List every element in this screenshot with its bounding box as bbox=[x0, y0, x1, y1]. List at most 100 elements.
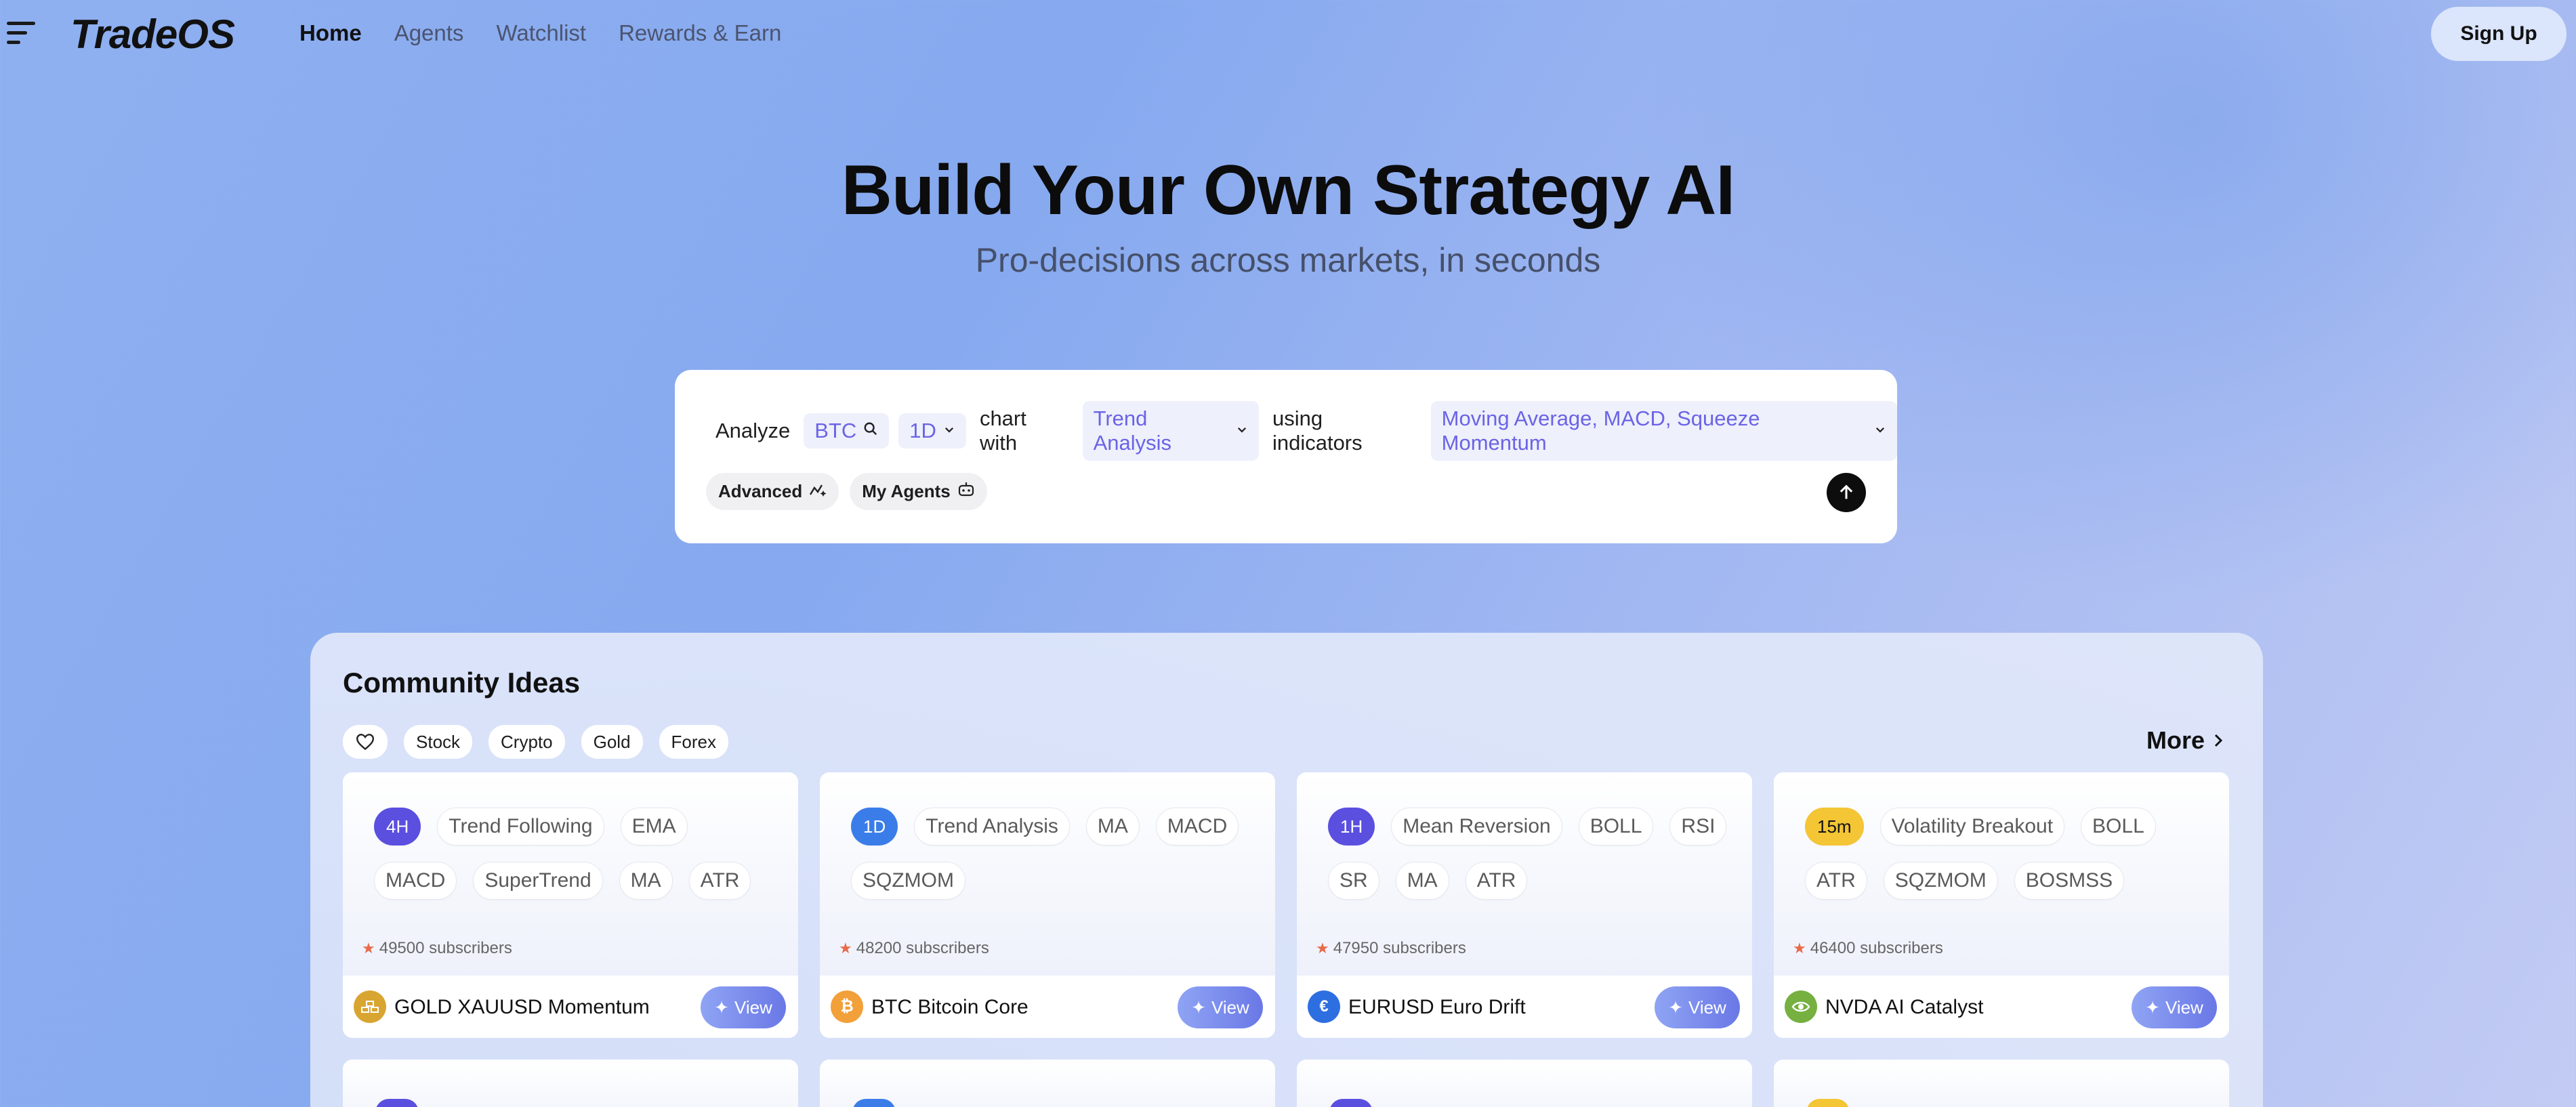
idea-card[interactable]: 4H Trend Following EMA MACD SuperTrend M… bbox=[343, 772, 798, 1038]
chevron-right-icon bbox=[2214, 734, 2223, 747]
card-footer: NVDA AI Catalyst ✦ View bbox=[1774, 976, 2229, 1038]
idea-card[interactable] bbox=[1297, 1060, 1752, 1107]
search-icon bbox=[863, 421, 878, 441]
filter-crypto[interactable]: Crypto bbox=[489, 725, 565, 759]
tag: BOSMSS bbox=[2014, 862, 2125, 900]
subscribers-text: 47950 subscribers bbox=[1333, 939, 1466, 957]
view-label: View bbox=[1211, 997, 1249, 1018]
card-footer: ₿ BTC Bitcoin Core ✦ View bbox=[820, 976, 1275, 1038]
tag: ATR bbox=[1805, 862, 1867, 900]
timeframe-badge bbox=[852, 1099, 896, 1107]
subscribers-text: 49500 subscribers bbox=[379, 939, 512, 957]
timeframe-badge: 4H bbox=[374, 808, 421, 845]
star-icon: ★ bbox=[839, 940, 852, 957]
idea-card[interactable]: 1H Mean Reversion BOLL RSI SR MA ATR ★ 4… bbox=[1297, 772, 1752, 1038]
card-header bbox=[820, 1060, 1275, 1107]
tag: Mean Reversion bbox=[1391, 808, 1562, 845]
idea-card[interactable]: 15m Volatility Breakout BOLL ATR SQZMOM … bbox=[1774, 772, 2229, 1038]
tag: SR bbox=[1328, 862, 1379, 900]
card-footer: GOLD XAUUSD Momentum ✦ View bbox=[343, 976, 798, 1038]
advanced-button[interactable]: Advanced bbox=[706, 473, 839, 510]
tag: EMA bbox=[620, 808, 688, 845]
strategy-prompt-box: Analyze BTC 1D chart with Trend Analysis… bbox=[675, 370, 1898, 543]
timeframe-badge bbox=[375, 1099, 419, 1107]
indicators-value: Moving Average, MACD, Squeeze Momentum bbox=[1441, 406, 1760, 455]
card-header: 15m Volatility Breakout BOLL ATR SQZMOM … bbox=[1774, 772, 2229, 976]
nav-link-home[interactable]: Home bbox=[299, 20, 362, 46]
favorites-filter[interactable] bbox=[343, 725, 388, 759]
category-filters: Stock Crypto Gold Forex bbox=[343, 725, 728, 759]
timeframe-badge: 1H bbox=[1328, 808, 1375, 845]
nav-link-agents[interactable]: Agents bbox=[394, 20, 464, 46]
prompt-sentence: Analyze BTC 1D chart with Trend Analysis… bbox=[711, 401, 1898, 461]
menu-icon[interactable] bbox=[7, 20, 38, 46]
tag: ATR bbox=[1465, 862, 1528, 900]
submit-arrow-button[interactable] bbox=[1827, 473, 1866, 512]
timeframe-badge: 15m bbox=[1805, 808, 1864, 845]
indicators-selector[interactable]: Moving Average, MACD, Squeeze Momentum bbox=[1430, 401, 1898, 461]
card-title: EURUSD Euro Drift bbox=[1348, 996, 1526, 1018]
analysis-value: Trend Analysis bbox=[1093, 406, 1172, 455]
view-label: View bbox=[734, 997, 772, 1018]
hero-subtitle: Pro-decisions across markets, in seconds bbox=[975, 241, 1601, 279]
timeframe-selector[interactable]: 1D bbox=[898, 413, 966, 448]
bitcoin-icon: ₿ bbox=[831, 990, 863, 1023]
filter-gold[interactable]: Gold bbox=[581, 725, 643, 759]
tag: SQZMOM bbox=[851, 862, 965, 900]
tag: MA bbox=[1085, 808, 1140, 845]
card-tags: 15m Volatility Breakout BOLL ATR SQZMOM … bbox=[1805, 808, 2211, 900]
idea-card[interactable] bbox=[820, 1060, 1275, 1107]
analysis-selector[interactable]: Trend Analysis bbox=[1082, 401, 1259, 461]
tag: Trend Analysis bbox=[914, 808, 1070, 845]
sparkle-icon: ✦ bbox=[2145, 997, 2160, 1018]
more-link[interactable]: More bbox=[2146, 726, 2225, 755]
card-header bbox=[1297, 1060, 1752, 1107]
logo[interactable]: TradeOS bbox=[70, 11, 235, 58]
community-title: Community Ideas bbox=[343, 667, 581, 698]
nav-link-watchlist[interactable]: Watchlist bbox=[496, 20, 586, 46]
filter-stock[interactable]: Stock bbox=[404, 725, 473, 759]
tag: MA bbox=[1395, 862, 1449, 900]
filter-forex[interactable]: Forex bbox=[659, 725, 728, 759]
view-button[interactable]: ✦ View bbox=[701, 986, 786, 1028]
card-tags: 1H Mean Reversion BOLL RSI SR MA ATR bbox=[1328, 808, 1734, 900]
my-agents-button[interactable]: My Agents bbox=[850, 473, 987, 510]
timeframe-value: 1D bbox=[909, 419, 936, 442]
tag: Trend Following bbox=[437, 808, 604, 845]
card-header: 4H Trend Following EMA MACD SuperTrend M… bbox=[343, 772, 798, 976]
star-icon: ★ bbox=[362, 940, 375, 957]
timeframe-badge bbox=[1806, 1099, 1850, 1107]
timeframe-badge bbox=[1329, 1099, 1373, 1107]
idea-card[interactable] bbox=[1774, 1060, 2229, 1107]
idea-card[interactable] bbox=[343, 1060, 798, 1107]
tag: BOLL bbox=[1578, 808, 1654, 845]
nav-links: Home Agents Watchlist Rewards & Earn bbox=[299, 20, 781, 46]
view-label: View bbox=[1688, 997, 1726, 1018]
card-header bbox=[1774, 1060, 2229, 1107]
subscribers-text: 46400 subscribers bbox=[1810, 939, 1943, 957]
tag: SuperTrend bbox=[473, 862, 603, 900]
card-header: 1H Mean Reversion BOLL RSI SR MA ATR ★ 4… bbox=[1297, 772, 1752, 976]
symbol-value: BTC bbox=[814, 419, 857, 442]
timeframe-badge: 1D bbox=[851, 808, 898, 845]
sign-up-button[interactable]: Sign Up bbox=[2431, 7, 2567, 61]
chevron-down-icon bbox=[943, 421, 955, 440]
chevron-down-icon bbox=[1236, 421, 1248, 440]
idea-card[interactable]: 1D Trend Analysis MA MACD SQZMOM ★ 48200… bbox=[820, 772, 1275, 1038]
tag: BOLL bbox=[2081, 808, 2156, 845]
using-indicators-label: using indicators bbox=[1272, 406, 1363, 455]
card-header: 1D Trend Analysis MA MACD SQZMOM ★ 48200… bbox=[820, 772, 1275, 976]
card-tags: 4H Trend Following EMA MACD SuperTrend M… bbox=[374, 808, 781, 900]
gold-coin-icon bbox=[354, 990, 386, 1023]
view-button[interactable]: ✦ View bbox=[2132, 986, 2217, 1028]
tag: RSI bbox=[1669, 808, 1727, 845]
arrow-up-icon bbox=[1840, 484, 1853, 499]
star-icon: ★ bbox=[1793, 940, 1806, 957]
nav-link-rewards[interactable]: Rewards & Earn bbox=[619, 20, 781, 46]
advanced-label: Advanced bbox=[718, 481, 803, 501]
card-tags: 1D Trend Analysis MA MACD SQZMOM bbox=[851, 808, 1258, 900]
view-button[interactable]: ✦ View bbox=[1655, 986, 1740, 1028]
view-button[interactable]: ✦ View bbox=[1178, 986, 1263, 1028]
subscriber-count: ★ 47950 subscribers bbox=[1316, 939, 1466, 958]
symbol-selector[interactable]: BTC bbox=[804, 413, 890, 448]
